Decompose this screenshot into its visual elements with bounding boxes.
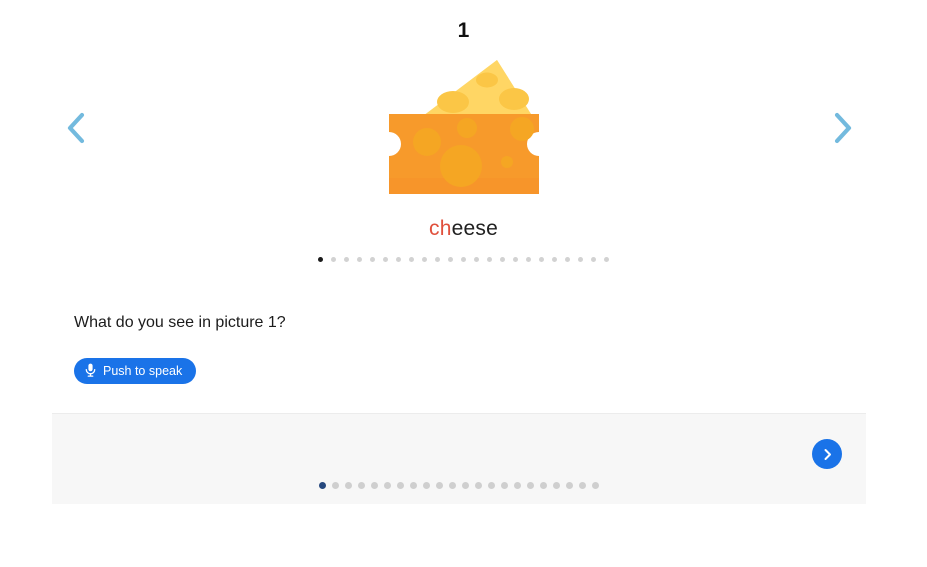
picture-carousel: 1 cheese — [0, 0, 927, 290]
carousel-dot[interactable] — [357, 257, 362, 262]
carousel-dot[interactable] — [552, 257, 557, 262]
push-to-speak-label: Push to speak — [103, 364, 183, 378]
carousel-dot[interactable] — [461, 257, 466, 262]
carousel-dot[interactable] — [331, 257, 336, 262]
page-dot[interactable] — [345, 482, 352, 489]
page-dot[interactable] — [436, 482, 443, 489]
page-dot[interactable] — [488, 482, 495, 489]
page-dot[interactable] — [501, 482, 508, 489]
chevron-right-icon — [821, 448, 834, 461]
next-page-button[interactable] — [812, 439, 842, 469]
carousel-dot[interactable] — [422, 257, 427, 262]
carousel-dot[interactable] — [487, 257, 492, 262]
carousel-dot[interactable] — [448, 257, 453, 262]
page-dot[interactable] — [371, 482, 378, 489]
carousel-dot[interactable] — [474, 257, 479, 262]
carousel-dot[interactable] — [513, 257, 518, 262]
bottom-navigation-panel — [52, 413, 866, 504]
carousel-pagination-dots — [0, 257, 927, 262]
page-dot[interactable] — [449, 482, 456, 489]
microphone-icon — [85, 363, 96, 380]
carousel-dot[interactable] — [344, 257, 349, 262]
slide-number: 1 — [457, 19, 470, 42]
carousel-dot[interactable] — [383, 257, 388, 262]
page-dot[interactable] — [397, 482, 404, 489]
word-onset: ch — [429, 217, 452, 240]
cheese-wedge-icon — [379, 52, 549, 204]
page-dot[interactable] — [592, 482, 599, 489]
page-dot[interactable] — [332, 482, 339, 489]
picture-image — [0, 48, 927, 208]
push-to-speak-button[interactable]: Push to speak — [74, 358, 197, 384]
carousel-dot[interactable] — [500, 257, 505, 262]
page-dot[interactable] — [462, 482, 469, 489]
page-dot-active[interactable] — [319, 482, 326, 489]
carousel-dot[interactable] — [409, 257, 414, 262]
question-text: What do you see in picture 1? — [74, 314, 286, 331]
carousel-dot[interactable] — [396, 257, 401, 262]
carousel-dot-active[interactable] — [318, 257, 323, 262]
bottom-pagination-dots — [52, 482, 866, 489]
carousel-dot[interactable] — [604, 257, 609, 262]
page-dot[interactable] — [358, 482, 365, 489]
page-dot[interactable] — [566, 482, 573, 489]
carousel-dot[interactable] — [435, 257, 440, 262]
page-dot[interactable] — [475, 482, 482, 489]
carousel-dot[interactable] — [539, 257, 544, 262]
page-dot[interactable] — [579, 482, 586, 489]
picture-word-label: cheese — [0, 215, 927, 243]
page-dot[interactable] — [514, 482, 521, 489]
word-rime: eese — [451, 217, 498, 240]
page-dot[interactable] — [540, 482, 547, 489]
page-dot[interactable] — [410, 482, 417, 489]
carousel-dot[interactable] — [370, 257, 375, 262]
carousel-dot[interactable] — [578, 257, 583, 262]
page-dot[interactable] — [384, 482, 391, 489]
page-dot[interactable] — [423, 482, 430, 489]
carousel-dot[interactable] — [565, 257, 570, 262]
page-dot[interactable] — [527, 482, 534, 489]
carousel-dot[interactable] — [526, 257, 531, 262]
page-dot[interactable] — [553, 482, 560, 489]
carousel-dot[interactable] — [591, 257, 596, 262]
